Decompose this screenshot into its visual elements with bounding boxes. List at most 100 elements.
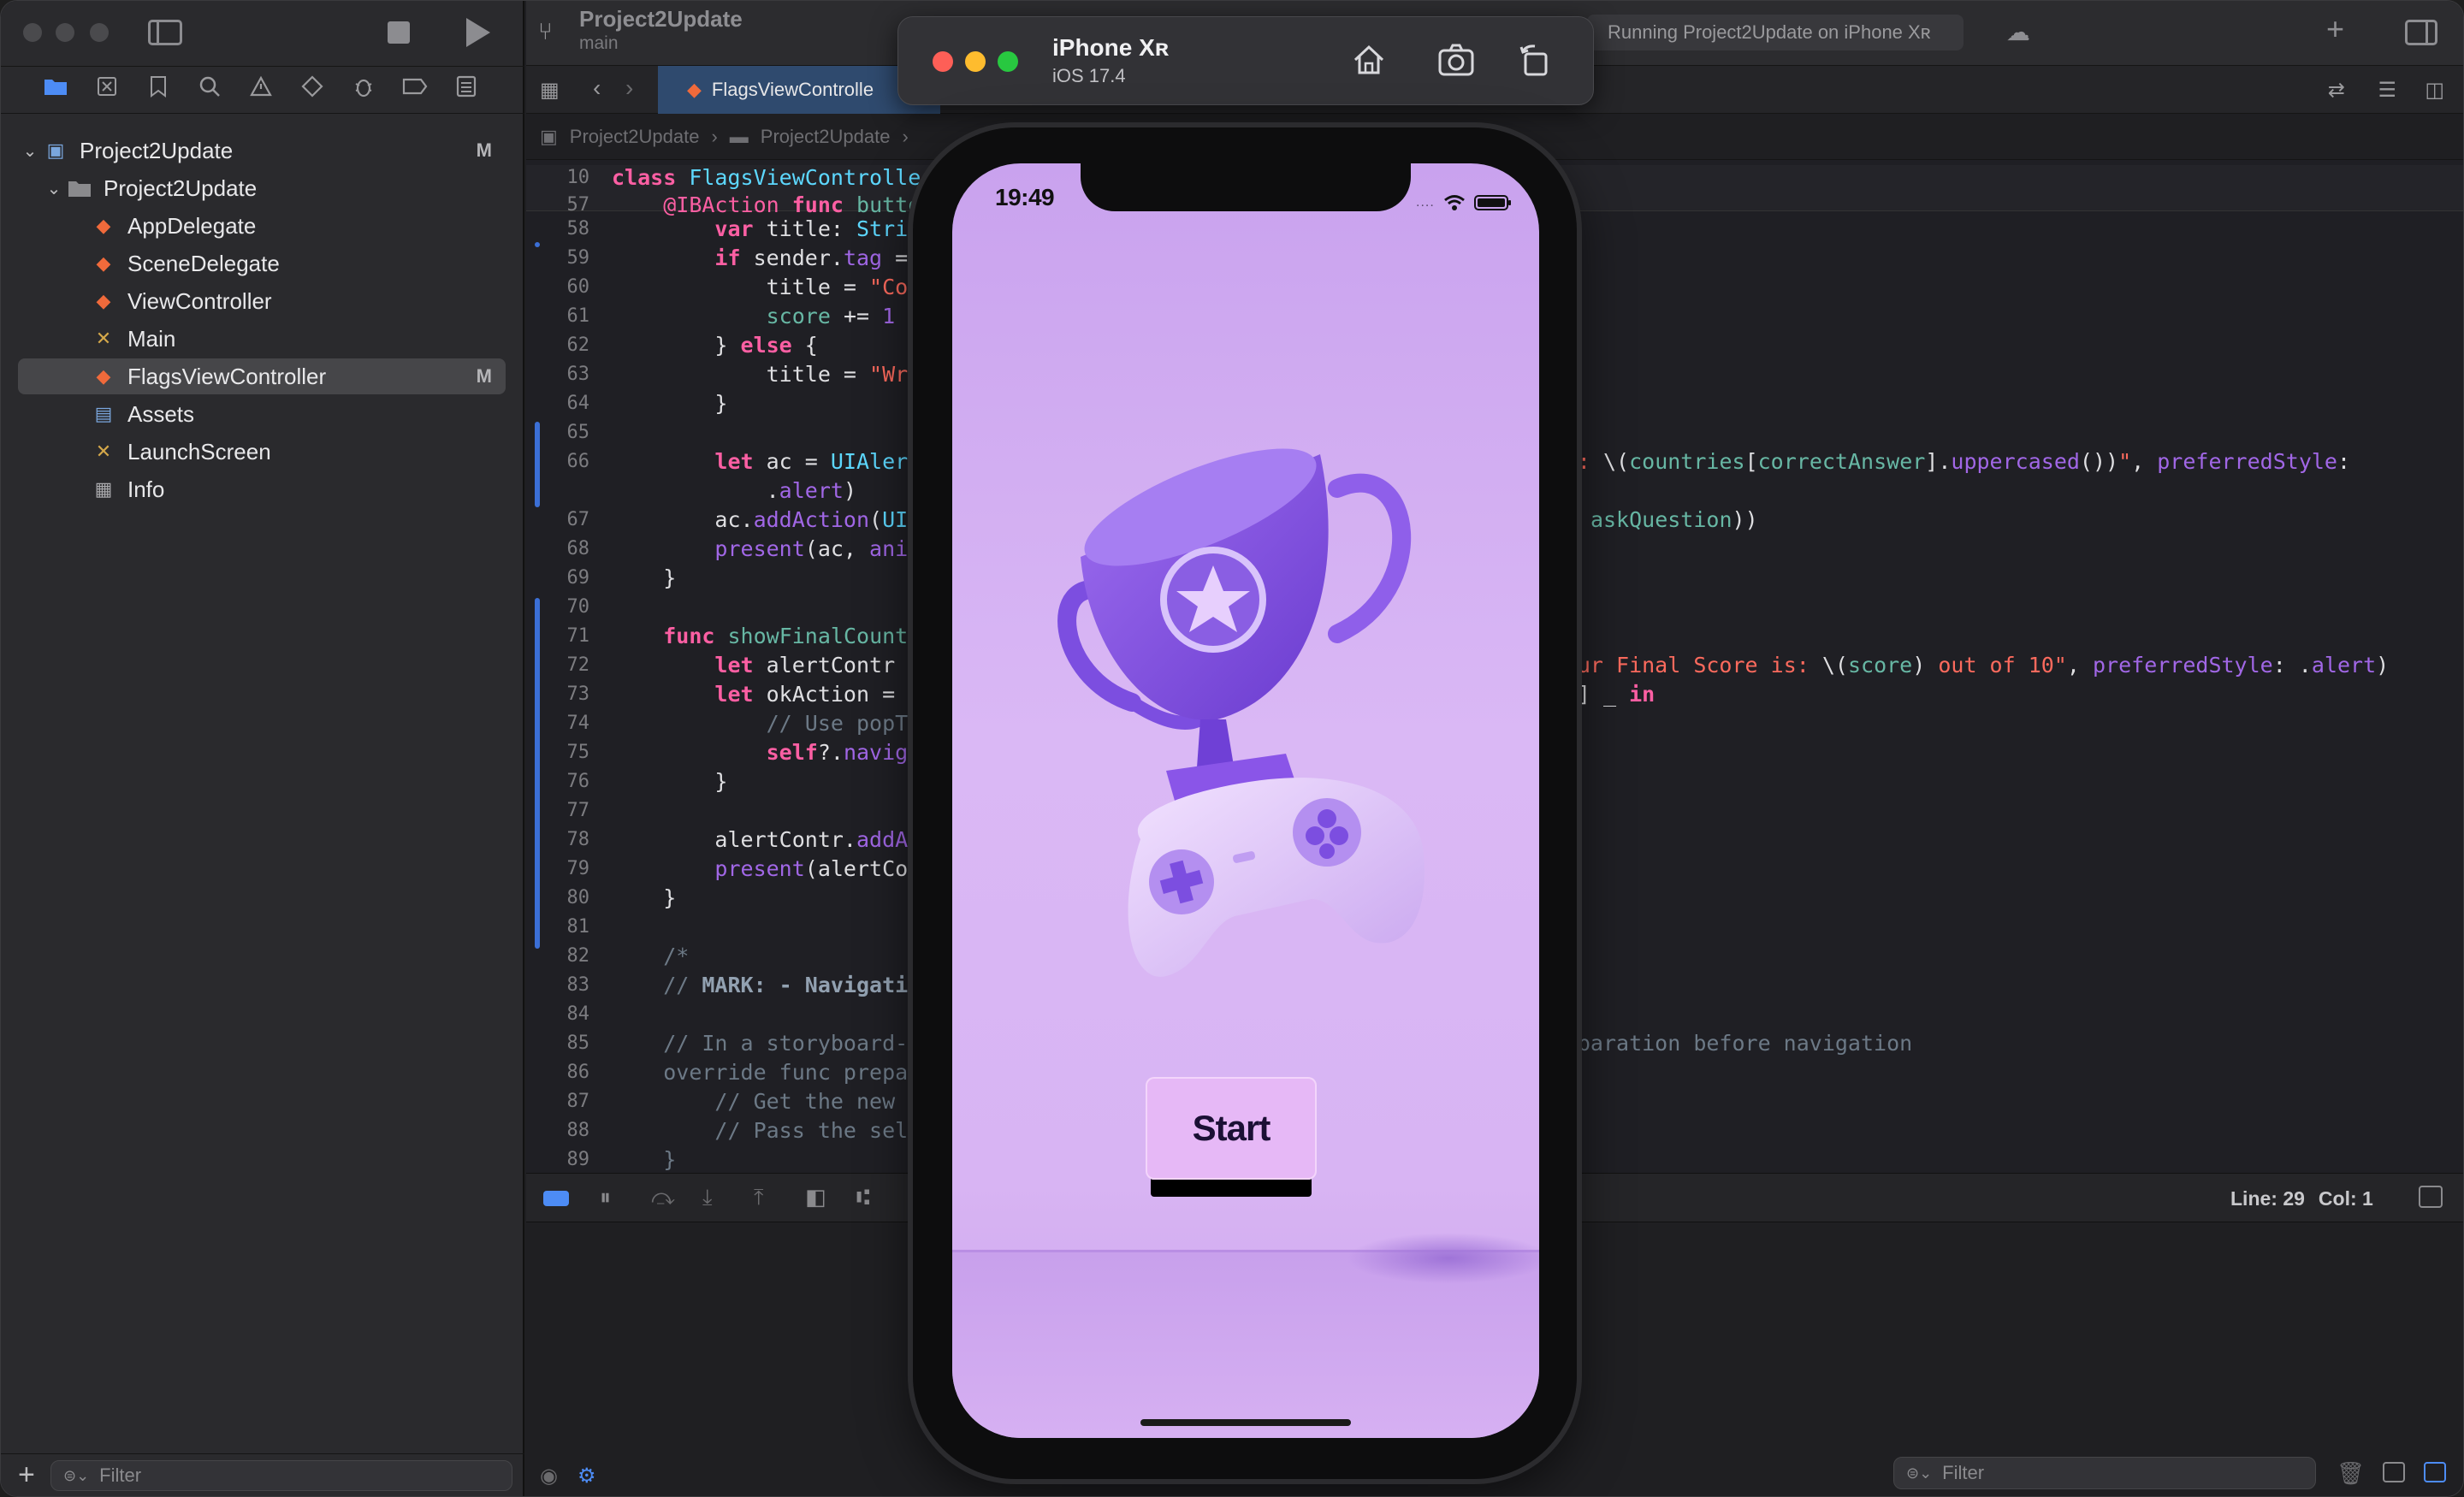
tab-label: FlagsViewControlle xyxy=(711,79,874,100)
cursor-line: Line: 29 xyxy=(2230,1187,2305,1210)
debug-area-toggle-icon[interactable] xyxy=(543,1191,569,1206)
minimap-toggle-icon[interactable] xyxy=(2419,1186,2443,1208)
tree-item-assets[interactable]: ▤ Assets xyxy=(90,396,506,432)
swift-file-icon: ◆ xyxy=(687,79,702,100)
sidebar-toggle-icon[interactable] xyxy=(148,20,182,45)
eye-icon[interactable]: ◉ xyxy=(540,1464,558,1488)
project-navigator: ⌄ ▣ Project2Update M ⌄ Project2Update ◆ … xyxy=(1,1,524,1496)
add-icon[interactable]: + xyxy=(2326,11,2344,47)
issue-icon[interactable] xyxy=(247,73,275,100)
device-notch xyxy=(1081,163,1411,211)
find-icon[interactable] xyxy=(196,73,223,100)
navigator-filter-field[interactable]: ⊜⌄ Filter xyxy=(50,1460,512,1491)
editor-options-icon[interactable]: ☰ xyxy=(2378,78,2396,103)
swift-file-icon: ◆ xyxy=(96,252,111,274)
tree-item-label: FlagsViewController xyxy=(127,363,327,389)
swift-file-icon: ◆ xyxy=(96,215,111,236)
run-icon[interactable] xyxy=(466,18,490,47)
storyboard-icon: ✕ xyxy=(95,441,112,462)
close-simulator-button[interactable] xyxy=(933,51,953,72)
screenshot-icon[interactable] xyxy=(1437,43,1475,81)
chevron-right-icon: › xyxy=(902,126,909,147)
start-button[interactable]: Start xyxy=(1146,1077,1317,1180)
console-filter-field[interactable]: ⊜⌄ Filter xyxy=(1893,1457,2316,1489)
folder-icon: ▬ xyxy=(729,126,749,147)
jumpbar-project[interactable]: Project2Update xyxy=(570,126,700,148)
filter-icon: ⊜⌄ xyxy=(63,1466,90,1484)
test-icon[interactable] xyxy=(299,73,326,100)
tree-item-label: Main xyxy=(127,325,176,352)
bookmark-icon[interactable] xyxy=(145,73,172,100)
swift-file-icon: ◆ xyxy=(96,290,111,311)
project-icon: ▣ xyxy=(46,139,65,161)
home-icon[interactable] xyxy=(1352,43,1386,81)
wifi-icon xyxy=(1443,195,1465,210)
close-window-button[interactable] xyxy=(23,23,42,42)
left-pane-icon[interactable] xyxy=(2383,1462,2405,1482)
start-button-label: Start xyxy=(1192,1108,1271,1148)
grid-icon[interactable]: ▦ xyxy=(540,78,560,103)
step-over-icon[interactable]: ⤼ xyxy=(651,1184,675,1211)
tree-item-group[interactable]: ⌄ Project2Update xyxy=(42,170,506,206)
pause-icon[interactable]: ⏸ xyxy=(600,1184,611,1211)
simulator-os-version: iOS 17.4 xyxy=(1052,65,1126,86)
tree-item-viewcontroller[interactable]: ◆ ViewController xyxy=(90,283,506,319)
scheme-title[interactable]: Project2Update xyxy=(579,6,743,33)
folder-icon[interactable] xyxy=(42,73,69,100)
xcode-window: ⌄ ▣ Project2Update M ⌄ Project2Update ◆ … xyxy=(0,0,2464,1497)
chevron-right-icon: › xyxy=(711,126,718,147)
tree-item-main[interactable]: ✕ Main xyxy=(90,321,506,357)
device-screen[interactable] xyxy=(952,163,1539,1438)
forward-icon[interactable]: › xyxy=(625,74,633,102)
floor-shadow xyxy=(1346,1233,1539,1284)
add-icon[interactable]: + xyxy=(18,1459,35,1492)
storyboard-icon: ✕ xyxy=(95,328,112,349)
home-indicator[interactable] xyxy=(1140,1419,1351,1426)
asset-catalog-icon: ▤ xyxy=(94,403,113,424)
tree-item-project-root[interactable]: ⌄ ▣ Project2Update M xyxy=(18,133,506,169)
step-into-icon[interactable]: ⤓ xyxy=(702,1184,713,1211)
zoom-window-button[interactable] xyxy=(90,23,109,42)
step-out-icon[interactable]: ⤒ xyxy=(754,1184,764,1211)
trash-icon[interactable]: 🗑 xyxy=(2337,1460,2365,1487)
tree-item-label: SceneDelegate xyxy=(127,250,280,276)
tree-item-label: Assets xyxy=(127,400,195,427)
minimize-window-button[interactable] xyxy=(56,23,74,42)
memory-graph-icon[interactable]: ⑆ xyxy=(856,1184,870,1210)
view-debugger-icon[interactable]: ◧ xyxy=(805,1184,826,1210)
right-pane-icon[interactable] xyxy=(2424,1462,2446,1482)
back-icon[interactable]: ‹ xyxy=(593,74,601,102)
chevron-down-icon[interactable]: ⌄ xyxy=(42,178,66,199)
tree-item-info[interactable]: ▦ Info xyxy=(90,471,506,507)
tree-item-launchscreen[interactable]: ✕ LaunchScreen xyxy=(90,434,506,470)
rotate-icon[interactable] xyxy=(1518,43,1552,81)
cursor-column: Col: 1 xyxy=(2318,1187,2373,1210)
filter-placeholder: Filter xyxy=(1942,1462,1985,1483)
debug-icon[interactable] xyxy=(350,73,377,100)
swift-file-icon: ◆ xyxy=(96,365,111,387)
tree-item-scenedelegate[interactable]: ◆ SceneDelegate xyxy=(90,246,506,281)
chevron-down-icon[interactable]: ⌄ xyxy=(18,140,42,162)
variables-toggle-icon[interactable]: ⚙ xyxy=(578,1464,596,1488)
status-bar-time: 19:49 xyxy=(995,184,1055,210)
breakpoint-icon[interactable] xyxy=(401,73,429,100)
related-items-icon[interactable]: ⇄ xyxy=(2328,78,2345,103)
report-icon[interactable] xyxy=(453,73,480,100)
status-bar-icons: .... xyxy=(1416,194,1512,211)
tree-item-label: AppDelegate xyxy=(127,212,257,239)
cellular-icon: .... xyxy=(1416,195,1435,210)
tree-item-appdelegate[interactable]: ◆ AppDelegate xyxy=(90,208,506,244)
stop-icon[interactable] xyxy=(388,21,410,44)
filter-placeholder: Filter xyxy=(99,1464,142,1486)
minimize-simulator-button[interactable] xyxy=(965,51,986,72)
folder-icon xyxy=(66,176,93,200)
inspector-toggle-icon[interactable] xyxy=(2405,20,2437,45)
tree-item-flagsviewcontroller[interactable]: ◆ FlagsViewController M xyxy=(18,358,506,394)
project-icon: ▣ xyxy=(540,126,558,147)
jumpbar-group[interactable]: Project2Update xyxy=(761,126,891,148)
split-editor-icon[interactable]: ◫ xyxy=(2425,78,2444,103)
tree-item-label: Project2Update xyxy=(104,175,258,201)
source-control-icon[interactable] xyxy=(93,73,121,100)
divider xyxy=(1,1453,524,1454)
zoom-simulator-button[interactable] xyxy=(998,51,1018,72)
